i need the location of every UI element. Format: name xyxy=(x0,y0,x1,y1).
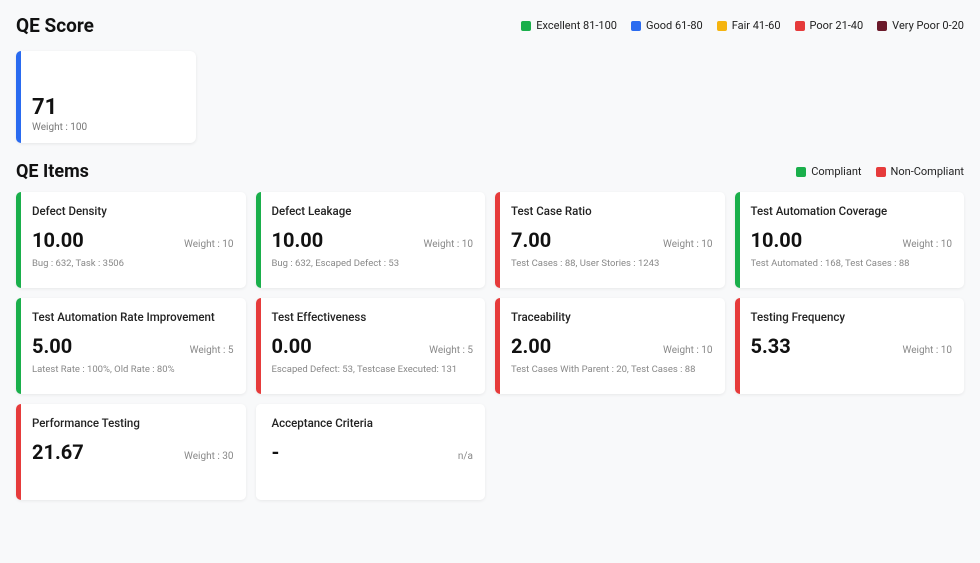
item-weight: Weight : 5 xyxy=(190,345,234,356)
qe-item-card[interactable]: Testing Frequency 5.33 Weight : 10 xyxy=(735,298,965,394)
item-weight: Weight : 10 xyxy=(424,239,473,250)
item-value: 10.00 xyxy=(751,228,803,252)
legend-label: Very Poor 0-20 xyxy=(892,19,964,32)
legend-swatch xyxy=(795,21,805,31)
item-title: Defect Leakage xyxy=(272,204,474,218)
score-weight: Weight : 100 xyxy=(32,122,184,133)
item-title: Test Case Ratio xyxy=(511,204,713,218)
item-weight: Weight : 10 xyxy=(663,239,712,250)
item-value: 5.33 xyxy=(751,334,791,358)
legend-label: Fair 41-60 xyxy=(732,19,781,32)
item-value: 2.00 xyxy=(511,334,551,358)
qe-item-card[interactable]: Test Automation Rate Improvement 5.00 We… xyxy=(16,298,246,394)
item-title: Performance Testing xyxy=(32,416,234,430)
item-value: 21.67 xyxy=(32,440,84,464)
item-value: 10.00 xyxy=(32,228,84,252)
item-mid: 10.00 Weight : 10 xyxy=(32,228,234,252)
item-footer: Test Cases With Parent : 20, Test Cases … xyxy=(511,364,713,375)
item-title: Acceptance Criteria xyxy=(272,416,474,430)
item-weight: Weight : 10 xyxy=(903,239,952,250)
legend-swatch xyxy=(877,21,887,31)
item-title: Test Effectiveness xyxy=(272,310,474,324)
item-value: 5.00 xyxy=(32,334,72,358)
item-value: - xyxy=(272,440,280,464)
qe-items-header: QE Items Compliant Non-Compliant xyxy=(16,161,964,182)
item-stripe xyxy=(495,298,500,394)
item-mid: 5.33 Weight : 10 xyxy=(751,334,953,358)
item-title: Traceability xyxy=(511,310,713,324)
legend-item: Compliant xyxy=(796,165,861,178)
items-title: QE Items xyxy=(16,161,89,182)
item-weight: Weight : 30 xyxy=(184,451,233,462)
qe-item-card[interactable]: Test Automation Coverage 10.00 Weight : … xyxy=(735,192,965,288)
qe-item-card[interactable]: Defect Density 10.00 Weight : 10 Bug : 6… xyxy=(16,192,246,288)
legend-swatch xyxy=(876,167,886,177)
legend-item: Non-Compliant xyxy=(876,165,965,178)
item-title: Test Automation Coverage xyxy=(751,204,953,218)
qe-item-card[interactable]: Defect Leakage 10.00 Weight : 10 Bug : 6… xyxy=(256,192,486,288)
legend-swatch xyxy=(796,167,806,177)
qe-score-card[interactable]: 71 Weight : 100 xyxy=(16,51,196,143)
item-mid: 5.00 Weight : 5 xyxy=(32,334,234,358)
item-title: Testing Frequency xyxy=(751,310,953,324)
legend-item: Fair 41-60 xyxy=(717,19,781,32)
legend-label: Excellent 81-100 xyxy=(536,19,617,32)
legend-swatch xyxy=(717,21,727,31)
item-footer: Latest Rate : 100%, Old Rate : 80% xyxy=(32,364,234,375)
item-mid: 0.00 Weight : 5 xyxy=(272,334,474,358)
legend-swatch xyxy=(521,21,531,31)
items-legend: Compliant Non-Compliant xyxy=(796,165,964,178)
legend-item: Good 61-80 xyxy=(631,19,703,32)
legend-label: Poor 21-40 xyxy=(810,19,864,32)
item-footer: Test Cases : 88, User Stories : 1243 xyxy=(511,258,713,269)
legend-item: Excellent 81-100 xyxy=(521,19,617,32)
score-stripe xyxy=(16,51,21,143)
qe-score-header: QE Score Excellent 81-100 Good 61-80 Fai… xyxy=(16,14,964,37)
item-stripe xyxy=(256,298,261,394)
item-mid: 10.00 Weight : 10 xyxy=(751,228,953,252)
item-footer: Bug : 632, Task : 3506 xyxy=(32,258,234,269)
item-footer: Bug : 632, Escaped Defect : 53 xyxy=(272,258,474,269)
item-title: Test Automation Rate Improvement xyxy=(32,310,234,324)
legend-label: Good 61-80 xyxy=(646,19,703,32)
qe-item-card[interactable]: Test Case Ratio 7.00 Weight : 10 Test Ca… xyxy=(495,192,725,288)
item-mid: 2.00 Weight : 10 xyxy=(511,334,713,358)
legend-item: Very Poor 0-20 xyxy=(877,19,964,32)
score-legend: Excellent 81-100 Good 61-80 Fair 41-60 P… xyxy=(521,19,964,32)
item-footer: Escaped Defect: 53, Testcase Executed: 1… xyxy=(272,364,474,375)
legend-item: Poor 21-40 xyxy=(795,19,864,32)
score-value: 71 xyxy=(32,96,184,120)
qe-items-grid: Defect Density 10.00 Weight : 10 Bug : 6… xyxy=(16,192,964,500)
item-value: 7.00 xyxy=(511,228,551,252)
item-value: 0.00 xyxy=(272,334,312,358)
item-stripe xyxy=(495,192,500,288)
item-stripe xyxy=(256,404,261,500)
qe-item-card[interactable]: Traceability 2.00 Weight : 10 Test Cases… xyxy=(495,298,725,394)
item-value: 10.00 xyxy=(272,228,324,252)
page-title: QE Score xyxy=(16,14,94,37)
legend-swatch xyxy=(631,21,641,31)
item-stripe xyxy=(256,192,261,288)
item-weight: Weight : 10 xyxy=(663,345,712,356)
item-weight: Weight : 5 xyxy=(429,345,473,356)
item-stripe xyxy=(735,192,740,288)
item-mid: 7.00 Weight : 10 xyxy=(511,228,713,252)
qe-item-card[interactable]: Acceptance Criteria - n/a xyxy=(256,404,486,500)
item-mid: 10.00 Weight : 10 xyxy=(272,228,474,252)
item-title: Defect Density xyxy=(32,204,234,218)
item-weight: Weight : 10 xyxy=(184,239,233,250)
legend-label: Compliant xyxy=(811,165,861,178)
qe-item-card[interactable]: Test Effectiveness 0.00 Weight : 5 Escap… xyxy=(256,298,486,394)
item-weight: n/a xyxy=(458,451,473,462)
item-stripe xyxy=(16,298,21,394)
item-stripe xyxy=(735,298,740,394)
qe-item-card[interactable]: Performance Testing 21.67 Weight : 30 xyxy=(16,404,246,500)
item-stripe xyxy=(16,192,21,288)
item-weight: Weight : 10 xyxy=(903,345,952,356)
legend-label: Non-Compliant xyxy=(891,165,965,178)
item-footer: Test Automated : 168, Test Cases : 88 xyxy=(751,258,953,269)
item-mid: - n/a xyxy=(272,440,474,464)
item-mid: 21.67 Weight : 30 xyxy=(32,440,234,464)
item-stripe xyxy=(16,404,21,500)
